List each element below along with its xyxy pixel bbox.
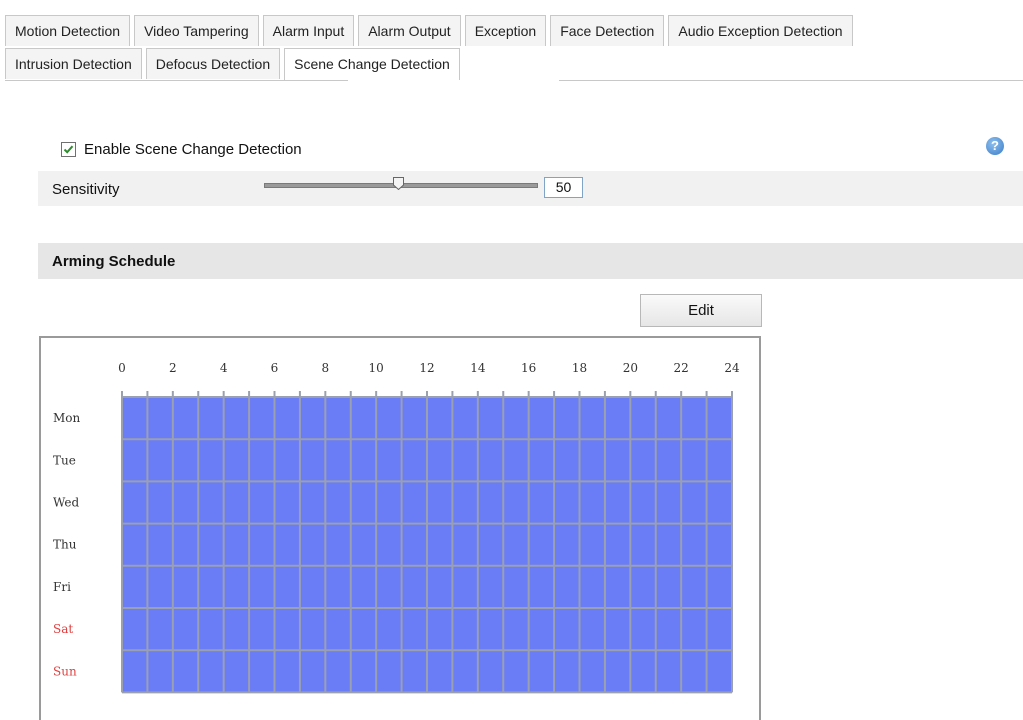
- day-label: Sun: [53, 664, 77, 678]
- hour-label: 8: [322, 361, 330, 375]
- sensitivity-value-input[interactable]: 50: [544, 177, 583, 198]
- tab-motion-detection[interactable]: Motion Detection: [5, 15, 131, 46]
- tab-intrusion-detection[interactable]: Intrusion Detection: [5, 48, 142, 79]
- tab-row-1: Motion Detection Video Tampering Alarm I…: [5, 15, 857, 47]
- day-label: Sat: [53, 622, 73, 636]
- day-label: Mon: [53, 411, 81, 425]
- sensitivity-row: Sensitivity 50: [38, 171, 1023, 206]
- schedule-chart[interactable]: 0 2 4 6 8 10 12 14 16 18 20 22 24MonTueWedThuFriSatS…: [41, 338, 759, 720]
- hour-label: 4: [220, 361, 228, 375]
- enable-scene-change-label: Enable Scene Change Detection: [84, 141, 302, 158]
- tab-alarm-output[interactable]: Alarm Output: [358, 15, 461, 46]
- active-tab-gap: [348, 80, 559, 81]
- hour-label: 16: [521, 361, 536, 375]
- hour-label: 22: [674, 361, 689, 375]
- help-icon[interactable]: ?: [986, 137, 1004, 155]
- hour-label: 12: [419, 361, 434, 375]
- day-label: Wed: [53, 496, 79, 510]
- hour-label: 0: [118, 361, 126, 375]
- arming-schedule-grid[interactable]: 0 2 4 6 8 10 12 14 16 18 20 22 24 Mon Tue Wed Thu Fri Sat S…: [39, 336, 761, 720]
- sensitivity-slider-thumb[interactable]: [393, 177, 404, 190]
- enable-scene-change-row: Enable Scene Change Detection: [61, 141, 302, 158]
- arming-schedule-title: Arming Schedule: [52, 253, 176, 270]
- enable-scene-change-checkbox[interactable]: [61, 142, 76, 157]
- tab-row-2: Intrusion Detection Defocus Detection Sc…: [5, 48, 464, 81]
- tab-exception[interactable]: Exception: [464, 15, 547, 46]
- tab-audio-exception-detection[interactable]: Audio Exception Detection: [668, 15, 853, 46]
- arming-schedule-header: Arming Schedule: [38, 243, 1023, 279]
- hour-label: 18: [572, 361, 587, 375]
- hour-label: 14: [470, 361, 486, 375]
- tab-video-tampering[interactable]: Video Tampering: [134, 15, 259, 46]
- hour-label: 20: [623, 361, 638, 375]
- sensitivity-label: Sensitivity: [52, 181, 120, 198]
- hour-label: 24: [724, 361, 740, 375]
- hour-label: 10: [369, 361, 384, 375]
- tab-defocus-detection[interactable]: Defocus Detection: [145, 48, 281, 79]
- hour-label: 2: [169, 361, 177, 375]
- tab-scene-change-detection[interactable]: Scene Change Detection: [284, 48, 460, 81]
- day-label: Tue: [53, 453, 76, 467]
- tab-alarm-input[interactable]: Alarm Input: [262, 15, 355, 46]
- hour-label: 6: [271, 361, 279, 375]
- day-label: Thu: [53, 538, 77, 552]
- edit-schedule-button[interactable]: Edit: [640, 294, 762, 327]
- day-label: Fri: [53, 580, 71, 594]
- checkmark-icon: [63, 145, 74, 154]
- tab-face-detection[interactable]: Face Detection: [550, 15, 665, 46]
